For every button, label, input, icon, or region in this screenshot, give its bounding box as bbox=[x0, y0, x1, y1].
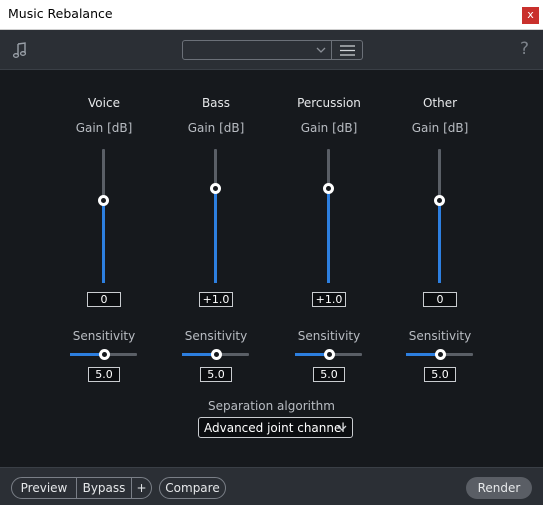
sensitivity-slider[interactable] bbox=[70, 349, 137, 360]
channel-voice: Voice Gain [dB] 0 Sensitivity 5.0 bbox=[59, 70, 149, 390]
gain-slider-fill bbox=[438, 200, 441, 283]
sensitivity-slider[interactable] bbox=[406, 349, 473, 360]
gain-slider-fill bbox=[327, 188, 330, 283]
separation-algorithm-value: Advanced joint channel bbox=[204, 421, 345, 435]
gain-slider-thumb[interactable] bbox=[98, 195, 109, 206]
gain-value-field[interactable]: 0 bbox=[87, 292, 121, 307]
preset-menu-button[interactable] bbox=[332, 40, 363, 60]
sensitivity-slider[interactable] bbox=[295, 349, 362, 360]
channel-name: Voice bbox=[88, 96, 120, 110]
sensitivity-value-field[interactable]: 5.0 bbox=[313, 367, 345, 382]
preset-dropdown[interactable] bbox=[182, 40, 332, 60]
sensitivity-slider-thumb[interactable] bbox=[324, 349, 335, 360]
title-bar: Music Rebalance x bbox=[0, 0, 543, 30]
sensitivity-slider[interactable] bbox=[182, 349, 249, 360]
preview-button[interactable]: Preview bbox=[12, 478, 77, 498]
music-note-icon[interactable] bbox=[10, 40, 30, 60]
separation-algorithm-label: Separation algorithm bbox=[208, 399, 335, 413]
sensitivity-value-field[interactable]: 5.0 bbox=[200, 367, 232, 382]
compare-button[interactable]: Compare bbox=[159, 477, 226, 499]
chevron-down-icon bbox=[337, 425, 347, 431]
chevron-down-icon bbox=[316, 47, 326, 53]
help-icon[interactable]: ? bbox=[520, 39, 529, 59]
channel-percussion: Percussion Gain [dB] +1.0 Sensitivity 5.… bbox=[284, 70, 374, 390]
bottom-bar: Preview Bypass + Compare Render bbox=[0, 467, 543, 505]
sensitivity-label: Sensitivity bbox=[297, 329, 361, 343]
separation-algorithm-dropdown[interactable]: Advanced joint channel bbox=[198, 417, 353, 438]
sensitivity-value-field[interactable]: 5.0 bbox=[88, 367, 120, 382]
channel-other: Other Gain [dB] 0 Sensitivity 5.0 bbox=[395, 70, 485, 390]
gain-slider[interactable] bbox=[434, 149, 445, 283]
gain-value-field[interactable]: +1.0 bbox=[199, 292, 233, 307]
sensitivity-label: Sensitivity bbox=[408, 329, 472, 343]
gain-label: Gain [dB] bbox=[187, 121, 245, 135]
gain-value-field[interactable]: 0 bbox=[423, 292, 457, 307]
gain-slider[interactable] bbox=[323, 149, 334, 283]
gain-label: Gain [dB] bbox=[300, 121, 358, 135]
gain-slider-thumb[interactable] bbox=[323, 183, 334, 194]
toolbar: ? bbox=[0, 30, 543, 70]
preview-bypass-group: Preview Bypass + bbox=[11, 477, 152, 499]
add-button[interactable]: + bbox=[132, 478, 151, 498]
gain-label: Gain [dB] bbox=[75, 121, 133, 135]
sensitivity-label: Sensitivity bbox=[184, 329, 248, 343]
render-button[interactable]: Render bbox=[466, 477, 532, 499]
channel-name: Percussion bbox=[297, 96, 361, 110]
sensitivity-slider-thumb[interactable] bbox=[211, 349, 222, 360]
gain-slider[interactable] bbox=[98, 149, 109, 283]
sensitivity-slider-thumb[interactable] bbox=[435, 349, 446, 360]
gain-slider-thumb[interactable] bbox=[434, 195, 445, 206]
gain-label: Gain [dB] bbox=[411, 121, 469, 135]
gain-slider-thumb[interactable] bbox=[210, 183, 221, 194]
sensitivity-slider-thumb[interactable] bbox=[99, 349, 110, 360]
bypass-button[interactable]: Bypass bbox=[77, 478, 132, 498]
sensitivity-label: Sensitivity bbox=[72, 329, 136, 343]
window-title: Music Rebalance bbox=[8, 6, 113, 21]
close-button[interactable]: x bbox=[522, 7, 539, 24]
channel-name: Bass bbox=[201, 96, 231, 110]
gain-slider-fill bbox=[102, 200, 105, 283]
gain-slider[interactable] bbox=[210, 149, 221, 283]
gain-slider-fill bbox=[214, 188, 217, 283]
hamburger-menu-icon bbox=[340, 45, 355, 56]
sensitivity-value-field[interactable]: 5.0 bbox=[424, 367, 456, 382]
gain-value-field[interactable]: +1.0 bbox=[312, 292, 346, 307]
channel-bass: Bass Gain [dB] +1.0 Sensitivity 5.0 bbox=[171, 70, 261, 390]
channel-name: Other bbox=[422, 96, 458, 110]
